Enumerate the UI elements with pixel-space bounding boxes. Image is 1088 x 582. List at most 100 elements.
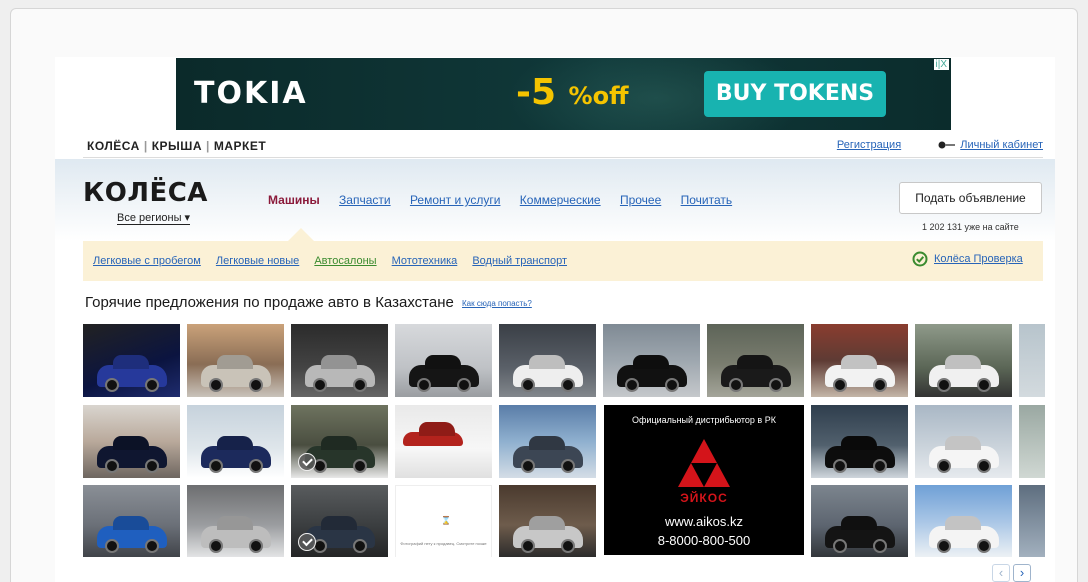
car-wheel	[873, 459, 887, 473]
car-wheel	[561, 378, 575, 392]
car-wheel	[561, 539, 575, 553]
cabinet-link[interactable]: Личный кабинет	[960, 139, 1043, 151]
car-wheel	[209, 459, 223, 473]
dealer-phone: 8-8000-800-500	[657, 533, 751, 548]
subnav-water[interactable]: Водный транспорт	[472, 255, 567, 267]
sub-nav: Легковые с пробегом Легковые новые Автос…	[83, 241, 1043, 281]
offer-thumbnail[interactable]	[811, 485, 908, 557]
offer-thumbnail[interactable]	[187, 324, 284, 397]
car-wheel	[313, 378, 327, 392]
nav-repair[interactable]: Ремонт и услуги	[410, 193, 501, 207]
car-wheel	[249, 539, 263, 553]
offer-thumbnail[interactable]	[811, 324, 908, 397]
no-photo-text: Фотографий нету к продавец. Смотрите поз…	[400, 541, 487, 546]
car-wheel	[833, 378, 847, 392]
offer-thumbnail[interactable]	[83, 324, 180, 397]
car-wheel	[729, 378, 743, 392]
subnav-dealers[interactable]: Автосалоны	[314, 255, 376, 267]
offer-thumbnail[interactable]	[915, 405, 1012, 478]
car-wheel	[833, 539, 847, 553]
car-wheel	[145, 378, 159, 392]
brand-links: КОЛЁСА | КРЫША | МАРКЕТ	[83, 139, 270, 153]
brand-market-link[interactable]: МАРКЕТ	[210, 139, 270, 153]
top-bar: КОЛЁСА | КРЫША | МАРКЕТ Регистрация Личный к…	[83, 132, 1043, 158]
car-wheel	[977, 459, 991, 473]
register-link[interactable]: Регистрация	[837, 139, 901, 151]
nav-commercial[interactable]: Коммерческие	[520, 193, 601, 207]
kolesa-check-link[interactable]: Колёса Проверка	[934, 253, 1023, 265]
carousel-pager: ‹ ›	[992, 564, 1034, 582]
offer-thumbnail[interactable]	[187, 405, 284, 478]
car-wheel	[769, 378, 783, 392]
car-wheel	[209, 378, 223, 392]
car-wheel	[937, 539, 951, 553]
buy-tokens-button[interactable]: BUY TOKENS	[704, 71, 886, 117]
dealer-ad[interactable]: Официальный дистрибьютор в РК ЭЙКОС www.…	[604, 405, 804, 555]
no-photo-placeholder[interactable]: ⌛ Фотографий нету к продавец. Смотрите п…	[395, 485, 492, 557]
ad-banner[interactable]: TOKIA -5 %off BUY TOKENS i|X	[176, 58, 951, 130]
offer-thumbnail[interactable]	[1019, 405, 1045, 478]
nav-read[interactable]: Почитать	[681, 193, 733, 207]
nav-other[interactable]: Прочее	[620, 193, 661, 207]
region-selector[interactable]: Все регионы ▾	[117, 211, 191, 225]
verified-badge-icon	[298, 533, 316, 551]
prev-page-button[interactable]: ‹	[992, 564, 1010, 582]
offer-thumbnail[interactable]	[811, 405, 908, 478]
car-wheel	[625, 378, 639, 392]
car-wheel	[521, 378, 535, 392]
active-nav-pointer	[287, 228, 315, 242]
dealer-name: ЭЙКОС	[680, 491, 728, 505]
car-wheel	[665, 378, 679, 392]
hot-offers-grid: Официальный дистрибьютор в РК ЭЙКОС www.…	[83, 324, 1045, 557]
offer-thumbnail[interactable]	[291, 405, 388, 478]
offer-thumbnail[interactable]	[499, 485, 596, 557]
car-wheel	[833, 459, 847, 473]
check-circle-icon	[912, 251, 928, 267]
subnav-used-cars[interactable]: Легковые с пробегом	[93, 255, 201, 267]
car-image	[403, 432, 463, 446]
subnav-links: Легковые с пробегом Легковые новые Автос…	[93, 255, 579, 267]
offer-thumbnail[interactable]	[83, 405, 180, 478]
car-wheel	[105, 459, 119, 473]
nav-parts[interactable]: Запчасти	[339, 193, 391, 207]
offer-thumbnail[interactable]	[395, 405, 492, 478]
next-page-button[interactable]: ›	[1013, 564, 1031, 582]
offer-thumbnail[interactable]	[395, 324, 492, 397]
subnav-new-cars[interactable]: Легковые новые	[216, 255, 299, 267]
offer-thumbnail[interactable]	[187, 485, 284, 557]
brand-krysha-link[interactable]: КРЫША	[148, 139, 206, 153]
car-wheel	[521, 459, 535, 473]
online-count: 1 202 131 уже на сайте	[922, 222, 1019, 232]
main-nav: Машины Запчасти Ремонт и услуги Коммерче…	[268, 193, 748, 207]
car-wheel	[561, 459, 575, 473]
kolesa-logo[interactable]: КОЛЁСА	[83, 178, 208, 208]
account-links: Регистрация Личный кабинет	[837, 139, 1043, 151]
offer-thumbnail[interactable]	[915, 324, 1012, 397]
offer-thumbnail[interactable]	[1019, 485, 1045, 557]
car-wheel	[105, 539, 119, 553]
ad-discount-value: -5	[516, 72, 556, 113]
subnav-moto[interactable]: Мототехника	[392, 255, 458, 267]
car-wheel	[145, 459, 159, 473]
offer-thumbnail[interactable]	[915, 485, 1012, 557]
ad-discount-off: %off	[568, 82, 629, 110]
submit-ad-button[interactable]: Подать объявление	[899, 182, 1042, 214]
offer-thumbnail[interactable]	[499, 405, 596, 478]
ad-info-close-icon[interactable]: i|X	[933, 59, 949, 70]
offer-thumbnail[interactable]	[1019, 324, 1045, 397]
car-wheel	[937, 378, 951, 392]
offer-thumbnail[interactable]	[291, 485, 388, 557]
car-wheel	[249, 378, 263, 392]
offer-thumbnail[interactable]	[291, 324, 388, 397]
car-wheel	[873, 539, 887, 553]
offer-thumbnail[interactable]	[603, 324, 700, 397]
brand-kolesa-link[interactable]: КОЛЁСА	[83, 139, 144, 153]
nav-cars[interactable]: Машины	[268, 193, 320, 207]
offer-thumbnail[interactable]	[707, 324, 804, 397]
car-wheel	[249, 459, 263, 473]
offer-thumbnail[interactable]	[83, 485, 180, 557]
offer-thumbnail[interactable]	[499, 324, 596, 397]
car-wheel	[521, 539, 535, 553]
how-to-get-here-link[interactable]: Как сюда попасть?	[462, 299, 532, 308]
car-wheel	[873, 378, 887, 392]
